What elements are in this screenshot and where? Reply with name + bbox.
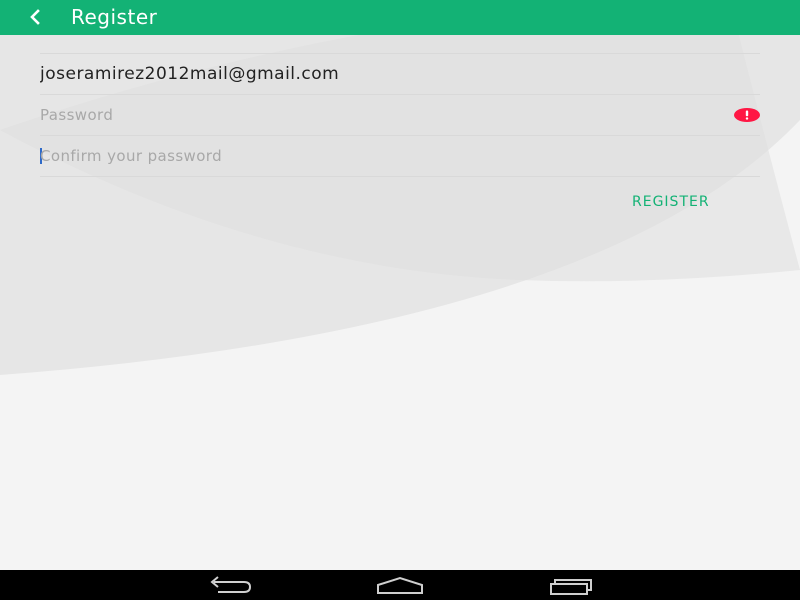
password-field[interactable]: [40, 95, 720, 135]
page-title: Register: [71, 5, 158, 29]
back-button[interactable]: [22, 4, 48, 30]
password-field-row: [40, 95, 760, 135]
email-field-row: [40, 54, 760, 94]
email-field[interactable]: [40, 54, 720, 94]
app-bar: Register: [0, 0, 800, 35]
recent-apps-icon: [550, 579, 592, 595]
alert-circle-icon: [734, 108, 760, 122]
chevron-left-icon: [30, 9, 40, 25]
system-nav-bar: [0, 570, 800, 600]
nav-back-button[interactable]: [200, 572, 260, 598]
back-arrow-icon: [210, 576, 252, 593]
register-button[interactable]: REGISTER: [632, 193, 710, 211]
nav-recents-button[interactable]: [542, 572, 602, 598]
divider: [40, 176, 760, 177]
home-icon: [377, 576, 423, 594]
confirm-password-field[interactable]: [40, 136, 720, 176]
confirm-password-field-row: [40, 136, 760, 176]
register-form: [40, 53, 760, 177]
nav-home-button[interactable]: [370, 572, 430, 598]
